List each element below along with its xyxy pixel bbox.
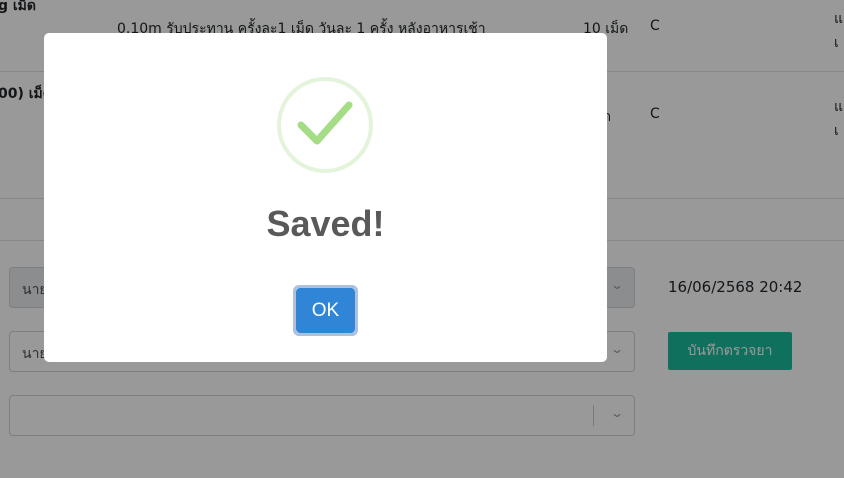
checkmark-icon xyxy=(297,101,353,145)
ok-button-label: OK xyxy=(296,288,355,333)
ok-button[interactable]: OK xyxy=(293,285,358,336)
dialog-title: Saved! xyxy=(266,203,385,244)
success-dialog: Saved! OK xyxy=(44,33,607,362)
checkmark-success-icon xyxy=(277,77,373,173)
